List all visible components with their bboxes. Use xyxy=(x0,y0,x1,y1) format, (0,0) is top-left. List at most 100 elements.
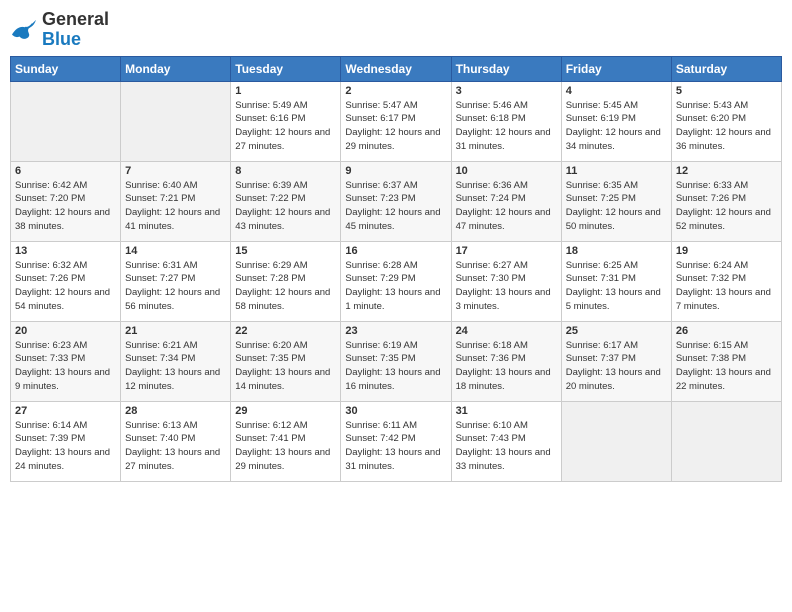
day-header-wednesday: Wednesday xyxy=(341,56,451,81)
calendar-cell: 22 Sunrise: 6:20 AMSunset: 7:35 PMDayligh… xyxy=(231,321,341,401)
day-info: Sunrise: 6:18 AMSunset: 7:36 PMDaylight:… xyxy=(456,339,557,394)
calendar-cell: 28 Sunrise: 6:13 AMSunset: 7:40 PMDayligh… xyxy=(121,401,231,481)
calendar-cell: 13 Sunrise: 6:32 AMSunset: 7:26 PMDayligh… xyxy=(11,241,121,321)
day-info: Sunrise: 6:33 AMSunset: 7:26 PMDaylight:… xyxy=(676,179,777,234)
day-info: Sunrise: 6:23 AMSunset: 7:33 PMDaylight:… xyxy=(15,339,116,394)
day-info: Sunrise: 6:35 AMSunset: 7:25 PMDaylight:… xyxy=(566,179,667,234)
calendar-cell: 4Sunrise: 5:45 AMSunset: 6:19 PMDaylight… xyxy=(561,81,671,161)
day-info: Sunrise: 5:45 AMSunset: 6:19 PMDaylight:… xyxy=(566,99,667,154)
day-info: Sunrise: 5:43 AMSunset: 6:20 PMDaylight:… xyxy=(676,99,777,154)
calendar-cell xyxy=(561,401,671,481)
day-info: Sunrise: 6:17 AMSunset: 7:37 PMDaylight:… xyxy=(566,339,667,394)
calendar-cell: 19Sunrise: 6:24 AMSunset: 7:32 PMDayligh… xyxy=(671,241,781,321)
day-number: 24 xyxy=(456,325,557,337)
day-info: Sunrise: 6:31 AMSunset: 7:27 PMDaylight:… xyxy=(125,259,226,314)
calendar-cell: 18 Sunrise: 6:25 AMSunset: 7:31 PMDayligh… xyxy=(561,241,671,321)
day-info: Sunrise: 6:20 AMSunset: 7:35 PMDaylight:… xyxy=(235,339,336,394)
day-info: Sunrise: 6:12 AMSunset: 7:41 PMDaylight:… xyxy=(235,419,336,474)
day-header-monday: Monday xyxy=(121,56,231,81)
day-info: Sunrise: 6:27 AMSunset: 7:30 PMDaylight:… xyxy=(456,259,557,314)
day-number: 18 xyxy=(566,245,667,257)
day-number: 14 xyxy=(125,245,226,257)
calendar-week-row: 20 Sunrise: 6:23 AMSunset: 7:33 PMDayligh… xyxy=(11,321,782,401)
calendar-cell: 27 Sunrise: 6:14 AMSunset: 7:39 PMDayligh… xyxy=(11,401,121,481)
day-info: Sunrise: 6:42 AMSunset: 7:20 PMDaylight:… xyxy=(15,179,116,234)
day-number: 16 xyxy=(345,245,446,257)
day-info: Sunrise: 6:19 AMSunset: 7:35 PMDaylight:… xyxy=(345,339,446,394)
day-info: Sunrise: 5:47 AMSunset: 6:17 PMDaylight:… xyxy=(345,99,446,154)
day-number: 8 xyxy=(235,165,336,177)
calendar-cell: 8 Sunrise: 6:39 AMSunset: 7:22 PMDaylight… xyxy=(231,161,341,241)
day-number: 28 xyxy=(125,405,226,417)
calendar-week-row: 1 Sunrise: 5:49 AMSunset: 6:16 PMDaylight… xyxy=(11,81,782,161)
calendar-week-row: 6 Sunrise: 6:42 AMSunset: 7:20 PMDaylight… xyxy=(11,161,782,241)
calendar-cell: 3 Sunrise: 5:46 AMSunset: 6:18 PMDaylight… xyxy=(451,81,561,161)
calendar-cell: 2Sunrise: 5:47 AMSunset: 6:17 PMDaylight… xyxy=(341,81,451,161)
calendar-week-row: 27 Sunrise: 6:14 AMSunset: 7:39 PMDayligh… xyxy=(11,401,782,481)
calendar-cell: 21Sunrise: 6:21 AMSunset: 7:34 PMDayligh… xyxy=(121,321,231,401)
day-info: Sunrise: 6:14 AMSunset: 7:39 PMDaylight:… xyxy=(15,419,116,474)
day-number: 6 xyxy=(15,165,116,177)
day-number: 1 xyxy=(235,85,336,97)
calendar-cell: 9 Sunrise: 6:37 AMSunset: 7:23 PMDaylight… xyxy=(341,161,451,241)
day-info: Sunrise: 6:25 AMSunset: 7:31 PMDaylight:… xyxy=(566,259,667,314)
day-info: Sunrise: 6:21 AMSunset: 7:34 PMDaylight:… xyxy=(125,339,226,394)
calendar-cell: 1 Sunrise: 5:49 AMSunset: 6:16 PMDaylight… xyxy=(231,81,341,161)
calendar-cell: 16Sunrise: 6:28 AMSunset: 7:29 PMDayligh… xyxy=(341,241,451,321)
calendar-cell: 11 Sunrise: 6:35 AMSunset: 7:25 PMDayligh… xyxy=(561,161,671,241)
day-header-sunday: Sunday xyxy=(11,56,121,81)
day-number: 7 xyxy=(125,165,226,177)
calendar-cell: 7Sunrise: 6:40 AMSunset: 7:21 PMDaylight… xyxy=(121,161,231,241)
day-info: Sunrise: 6:36 AMSunset: 7:24 PMDaylight:… xyxy=(456,179,557,234)
day-header-tuesday: Tuesday xyxy=(231,56,341,81)
day-header-saturday: Saturday xyxy=(671,56,781,81)
day-number: 22 xyxy=(235,325,336,337)
calendar-cell: 20 Sunrise: 6:23 AMSunset: 7:33 PMDayligh… xyxy=(11,321,121,401)
day-info: Sunrise: 6:10 AMSunset: 7:43 PMDaylight:… xyxy=(456,419,557,474)
calendar-cell: 6 Sunrise: 6:42 AMSunset: 7:20 PMDaylight… xyxy=(11,161,121,241)
calendar-cell: 26 Sunrise: 6:15 AMSunset: 7:38 PMDayligh… xyxy=(671,321,781,401)
calendar-cell: 29Sunrise: 6:12 AMSunset: 7:41 PMDayligh… xyxy=(231,401,341,481)
calendar-cell: 15 Sunrise: 6:29 AMSunset: 7:28 PMDayligh… xyxy=(231,241,341,321)
day-info: Sunrise: 5:49 AMSunset: 6:16 PMDaylight:… xyxy=(235,99,336,154)
calendar-cell: 17 Sunrise: 6:27 AMSunset: 7:30 PMDayligh… xyxy=(451,241,561,321)
day-info: Sunrise: 5:46 AMSunset: 6:18 PMDaylight:… xyxy=(456,99,557,154)
logo-text: General Blue xyxy=(42,10,109,50)
calendar-cell: 12 Sunrise: 6:33 AMSunset: 7:26 PMDayligh… xyxy=(671,161,781,241)
day-number: 15 xyxy=(235,245,336,257)
day-header-friday: Friday xyxy=(561,56,671,81)
day-info: Sunrise: 6:39 AMSunset: 7:22 PMDaylight:… xyxy=(235,179,336,234)
page-header: General Blue xyxy=(10,10,782,50)
day-number: 17 xyxy=(456,245,557,257)
day-number: 30 xyxy=(345,405,446,417)
day-number: 10 xyxy=(456,165,557,177)
day-number: 11 xyxy=(566,165,667,177)
day-number: 31 xyxy=(456,405,557,417)
day-number: 5 xyxy=(676,85,777,97)
day-number: 27 xyxy=(15,405,116,417)
day-number: 23 xyxy=(345,325,446,337)
day-info: Sunrise: 6:32 AMSunset: 7:26 PMDaylight:… xyxy=(15,259,116,314)
day-number: 20 xyxy=(15,325,116,337)
day-info: Sunrise: 6:29 AMSunset: 7:28 PMDaylight:… xyxy=(235,259,336,314)
day-number: 26 xyxy=(676,325,777,337)
calendar-cell xyxy=(671,401,781,481)
calendar-cell: 5 Sunrise: 5:43 AMSunset: 6:20 PMDaylight… xyxy=(671,81,781,161)
calendar-cell xyxy=(11,81,121,161)
day-info: Sunrise: 6:11 AMSunset: 7:42 PMDaylight:… xyxy=(345,419,446,474)
day-number: 12 xyxy=(676,165,777,177)
day-number: 9 xyxy=(345,165,446,177)
calendar-cell: 24 Sunrise: 6:18 AMSunset: 7:36 PMDayligh… xyxy=(451,321,561,401)
calendar-cell: 25Sunrise: 6:17 AMSunset: 7:37 PMDayligh… xyxy=(561,321,671,401)
day-number: 3 xyxy=(456,85,557,97)
day-info: Sunrise: 6:15 AMSunset: 7:38 PMDaylight:… xyxy=(676,339,777,394)
calendar-cell: 23 Sunrise: 6:19 AMSunset: 7:35 PMDayligh… xyxy=(341,321,451,401)
logo: General Blue xyxy=(10,10,109,50)
calendar-cell: 31 Sunrise: 6:10 AMSunset: 7:43 PMDayligh… xyxy=(451,401,561,481)
day-number: 19 xyxy=(676,245,777,257)
day-info: Sunrise: 6:37 AMSunset: 7:23 PMDaylight:… xyxy=(345,179,446,234)
calendar-week-row: 13 Sunrise: 6:32 AMSunset: 7:26 PMDayligh… xyxy=(11,241,782,321)
day-info: Sunrise: 6:13 AMSunset: 7:40 PMDaylight:… xyxy=(125,419,226,474)
day-number: 13 xyxy=(15,245,116,257)
calendar-header-row: SundayMondayTuesdayWednesdayThursdayFrid… xyxy=(11,56,782,81)
